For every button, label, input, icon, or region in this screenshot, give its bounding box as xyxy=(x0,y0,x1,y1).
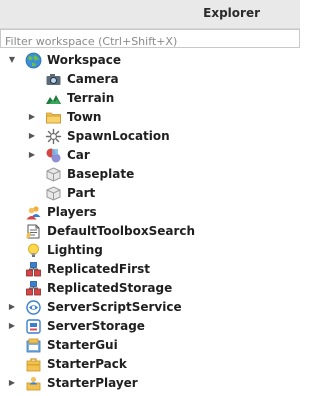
tree-item-baseplate[interactable]: Baseplate xyxy=(0,165,300,184)
part-icon xyxy=(45,185,62,202)
terrain-icon xyxy=(45,90,62,107)
tree-item-car[interactable]: ▶ Car xyxy=(0,146,300,165)
expand-arrow-icon[interactable]: ▶ xyxy=(27,112,37,122)
tree-item-label: ServerStorage xyxy=(47,319,145,333)
tree-item-starterpack[interactable]: StarterPack xyxy=(0,355,300,374)
tree-item-label: Workspace xyxy=(47,53,122,67)
expand-arrow-icon[interactable]: ▶ xyxy=(7,378,17,388)
tree-item-label: Baseplate xyxy=(67,167,135,181)
collapse-arrow-icon[interactable]: ▼ xyxy=(7,55,17,65)
expand-arrow-icon[interactable]: ▶ xyxy=(27,131,37,141)
filter-box[interactable] xyxy=(0,29,300,50)
tree-item-label: ReplicatedStorage xyxy=(47,281,173,295)
explorer-titlebar: Explorer xyxy=(0,0,300,29)
expand-arrow-icon[interactable]: ▶ xyxy=(7,321,17,331)
tree-item-label: ReplicatedFirst xyxy=(47,262,150,276)
replicated-icon xyxy=(25,261,42,278)
server-script-service-icon xyxy=(25,299,42,316)
tree-item-label: Terrain xyxy=(67,91,115,105)
tree-item-startergui[interactable]: StarterGui xyxy=(0,336,300,355)
tree-item-starterplayer[interactable]: ▶ StarterPlayer xyxy=(0,374,300,393)
expand-arrow-icon[interactable]: ▶ xyxy=(27,150,37,160)
tree-item-label: StarterPlayer xyxy=(47,376,138,390)
tree-item-serverstorage[interactable]: ▶ ServerStorage xyxy=(0,317,300,336)
globe-icon xyxy=(25,52,42,69)
replicated-icon xyxy=(25,280,42,297)
tree-item-terrain[interactable]: Terrain xyxy=(0,89,300,108)
tree-item-part[interactable]: Part xyxy=(0,184,300,203)
filter-input[interactable] xyxy=(1,33,299,50)
tree-item-lighting[interactable]: Lighting xyxy=(0,241,300,260)
tree-item-label: StarterGui xyxy=(47,338,118,352)
tree-item-label: Camera xyxy=(67,72,119,86)
tree-item-town[interactable]: ▶ Town xyxy=(0,108,300,127)
model-icon xyxy=(45,147,62,164)
tree-item-label: Car xyxy=(67,148,90,162)
tree-item-replicatedstorage[interactable]: ReplicatedStorage xyxy=(0,279,300,298)
tree-item-players[interactable]: Players xyxy=(0,203,300,222)
script-icon xyxy=(25,223,42,240)
folder-icon xyxy=(45,109,62,126)
tree-item-label: ServerScriptService xyxy=(47,300,182,314)
tree-item-spawnlocation[interactable]: ▶ SpawnLocation xyxy=(0,127,300,146)
tree-item-label: Lighting xyxy=(47,243,103,257)
tree-item-serverscriptservice[interactable]: ▶ ServerScriptService xyxy=(0,298,300,317)
tree-item-camera[interactable]: Camera xyxy=(0,70,300,89)
tree-item-label: Part xyxy=(67,186,96,200)
starter-player-icon xyxy=(25,375,42,392)
tree-item-label: Players xyxy=(47,205,97,219)
players-icon xyxy=(25,204,42,221)
expand-arrow-icon[interactable]: ▶ xyxy=(7,302,17,312)
tree-item-label: StarterPack xyxy=(47,357,127,371)
part-icon xyxy=(45,166,62,183)
lightbulb-icon xyxy=(25,242,42,259)
tree-item-label: Town xyxy=(67,110,102,124)
panel-title: Explorer xyxy=(203,6,260,20)
server-storage-icon xyxy=(25,318,42,335)
tree-item-label: SpawnLocation xyxy=(67,129,170,143)
starter-gui-icon xyxy=(25,337,42,354)
tree-item-replicatedfirst[interactable]: ReplicatedFirst xyxy=(0,260,300,279)
tree-item-workspace[interactable]: ▼ Workspace xyxy=(0,51,300,70)
camera-icon xyxy=(45,71,62,88)
tree-item-defaulttoolboxsearch[interactable]: DefaultToolboxSearch xyxy=(0,222,300,241)
spawn-location-icon xyxy=(45,128,62,145)
tree-item-label: DefaultToolboxSearch xyxy=(47,224,196,238)
starter-pack-icon xyxy=(25,356,42,373)
